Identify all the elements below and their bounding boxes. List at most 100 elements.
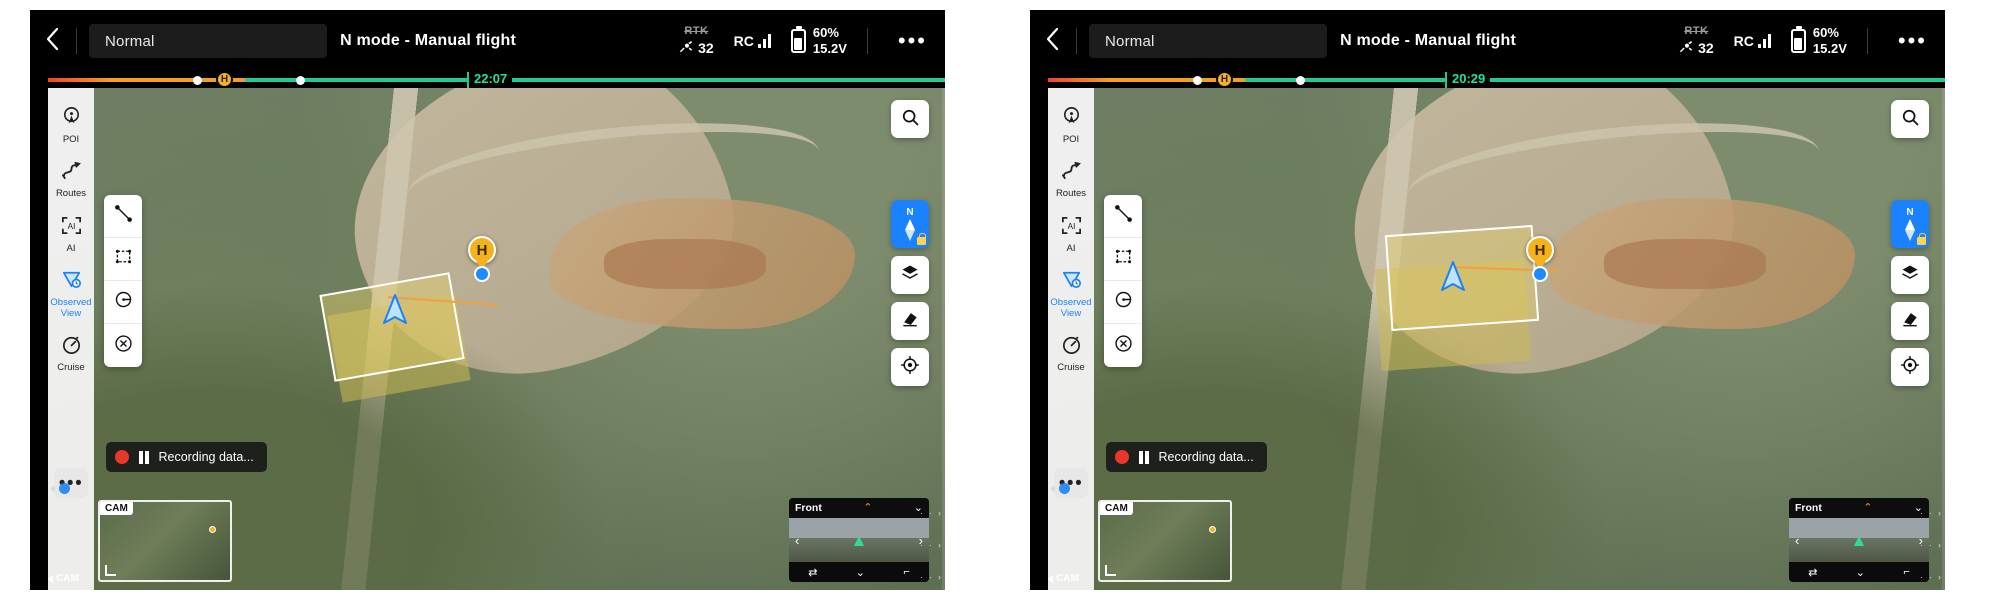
line-tool-button[interactable]	[1104, 195, 1142, 238]
sidebar-item-ai[interactable]: AI AI	[1048, 207, 1094, 259]
battery-status[interactable]: 60% 15.2V	[1790, 25, 1847, 58]
fpv-expand-icon[interactable]: ⌐	[903, 566, 909, 578]
sidebar-item-routes[interactable]: Routes	[1048, 152, 1094, 204]
fpv-widget[interactable]: Front ⌃ ⌄ ‹ › ⇄ ⌄ ⌐	[1789, 498, 1929, 582]
timeline-waypoint-dot[interactable]	[1296, 75, 1305, 85]
clear-tool-button[interactable]	[1104, 324, 1142, 367]
camera-badge: CAM	[100, 502, 133, 515]
rtk-status[interactable]: RTK 32	[679, 25, 714, 57]
fpv-pan-left-button[interactable]: ‹	[1795, 533, 1799, 548]
drone-position-marker[interactable]	[1438, 260, 1468, 299]
fpv-expand-icon[interactable]: ⌐	[1903, 566, 1909, 578]
camera-tab[interactable]: CAM	[48, 573, 79, 584]
compass-north-label: N	[906, 206, 914, 218]
chevron-left-icon	[1043, 26, 1063, 57]
map-search-button[interactable]	[891, 100, 929, 138]
battery-voltage: 15.2V	[812, 41, 847, 56]
map-layers-button[interactable]	[1891, 256, 1929, 294]
recording-status-bar[interactable]: Recording data...	[1106, 442, 1267, 472]
locate-target-icon	[900, 355, 920, 380]
timeline-home-marker[interactable]: H	[1216, 71, 1233, 88]
circle-tool-button[interactable]	[1104, 281, 1142, 324]
fpv-swap-icon[interactable]: ⇄	[1808, 566, 1817, 579]
back-button[interactable]	[1030, 10, 1076, 72]
x-circle-icon	[1113, 333, 1134, 359]
sidebar-item-observed-view[interactable]: Observed View	[1048, 261, 1094, 324]
rc-signal-status[interactable]: RC	[1734, 33, 1771, 49]
satellite-icon	[1679, 40, 1694, 57]
fpv-video-feed[interactable]: ‹ ›	[1789, 518, 1929, 562]
timeline-waypoint-dot[interactable]	[1193, 75, 1202, 85]
drone-position-marker[interactable]	[380, 293, 410, 332]
clear-tool-button[interactable]	[104, 324, 142, 367]
camera-tab-label: CAM	[1056, 573, 1079, 584]
sidebar-item-cruise[interactable]: Cruise	[48, 326, 94, 378]
map-eraser-button[interactable]	[1891, 302, 1929, 340]
home-secondary-marker[interactable]	[1532, 266, 1548, 282]
rectangle-tool-button[interactable]	[1104, 238, 1142, 281]
sidebar-item-poi[interactable]: POI	[48, 98, 94, 150]
fpv-collapse-icon[interactable]: ⌄	[1856, 566, 1865, 579]
map-locate-button[interactable]	[1891, 348, 1929, 386]
sidebar-item-label: Cruise	[1057, 362, 1085, 374]
rectangle-tool-button[interactable]	[104, 238, 142, 281]
map-eraser-button[interactable]	[891, 302, 929, 340]
compass-button[interactable]: N	[1891, 200, 1929, 248]
home-point-marker[interactable]: H	[468, 236, 496, 270]
map-layers-button[interactable]	[891, 256, 929, 294]
rtk-status[interactable]: RTK 32	[1679, 25, 1714, 57]
record-dot-icon[interactable]	[1115, 450, 1129, 464]
sidebar-item-cruise[interactable]: Cruise	[1048, 326, 1094, 378]
recording-status-bar[interactable]: Recording data...	[106, 442, 267, 472]
satellite-count: 32	[1698, 40, 1714, 56]
fpv-swap-icon[interactable]: ⇄	[808, 566, 817, 579]
side-dot-row: · · ›	[1920, 540, 1941, 550]
pause-icon[interactable]	[1139, 450, 1149, 464]
map-search-button[interactable]	[1891, 100, 1929, 138]
camera-tab[interactable]: CAM	[1048, 573, 1079, 584]
map-minimize-controls[interactable]	[1050, 483, 1070, 494]
fpv-video-feed[interactable]: ‹ ›	[789, 518, 929, 562]
flight-mode-input[interactable]: Normal	[89, 24, 327, 58]
record-dot-icon[interactable]	[115, 450, 129, 464]
compass-button[interactable]: N	[891, 200, 929, 248]
timeline-segment-normal	[245, 78, 945, 82]
overflow-menu-button[interactable]: •••	[1888, 30, 1937, 52]
back-button[interactable]	[30, 10, 76, 72]
map-minimize-controls[interactable]	[50, 483, 70, 494]
terrain-feature	[604, 238, 766, 289]
flight-timeline[interactable]: H 22:07	[30, 69, 945, 88]
fpv-up-chevron-icon[interactable]: ⌃	[1863, 502, 1872, 514]
fpv-collapse-icon[interactable]: ⌄	[856, 566, 865, 579]
top-status-bar: Normal N mode - Manual flight RTK 32 RC …	[1030, 10, 1945, 72]
home-point-marker[interactable]: H	[1526, 236, 1554, 270]
overflow-menu-button[interactable]: •••	[888, 30, 937, 52]
timeline-waypoint-dot[interactable]	[296, 75, 305, 85]
camera-thumbnail[interactable]: CAM	[98, 500, 232, 582]
flight-mode-input[interactable]: Normal	[1089, 24, 1327, 58]
map-locate-button[interactable]	[891, 348, 929, 386]
sidebar-item-observed-view[interactable]: Observed View	[48, 261, 94, 324]
fpv-up-chevron-icon[interactable]: ⌃	[863, 502, 872, 514]
sidebar-item-label: Cruise	[57, 362, 85, 374]
fpv-pan-left-button[interactable]: ‹	[795, 533, 799, 548]
pause-icon[interactable]	[139, 450, 149, 464]
flight-timeline[interactable]: H 20:29	[1030, 69, 1945, 88]
timeline-home-marker[interactable]: H	[216, 71, 233, 88]
sidebar-item-poi[interactable]: POI	[1048, 98, 1094, 150]
terrain-feature	[1604, 238, 1766, 289]
battery-status[interactable]: 60% 15.2V	[790, 25, 847, 58]
camera-thumbnail[interactable]: CAM	[1098, 500, 1232, 582]
home-secondary-marker[interactable]	[474, 266, 490, 282]
fpv-widget[interactable]: Front ⌃ ⌄ ‹ › ⇄ ⌄ ⌐	[789, 498, 929, 582]
circle-tool-button[interactable]	[104, 281, 142, 324]
sidebar-item-ai[interactable]: AI AI	[48, 207, 94, 259]
sidebar-item-routes[interactable]: Routes	[48, 152, 94, 204]
lock-icon	[1917, 233, 1926, 245]
sidebar-item-label: AI	[1066, 242, 1076, 254]
timeline-waypoint-dot[interactable]	[193, 75, 202, 85]
left-tool-rail: POI Routes AI AI Observed View Cruise ••…	[48, 88, 94, 590]
location-pin-icon	[59, 483, 70, 494]
line-tool-button[interactable]	[104, 195, 142, 238]
rc-signal-status[interactable]: RC	[734, 33, 771, 49]
